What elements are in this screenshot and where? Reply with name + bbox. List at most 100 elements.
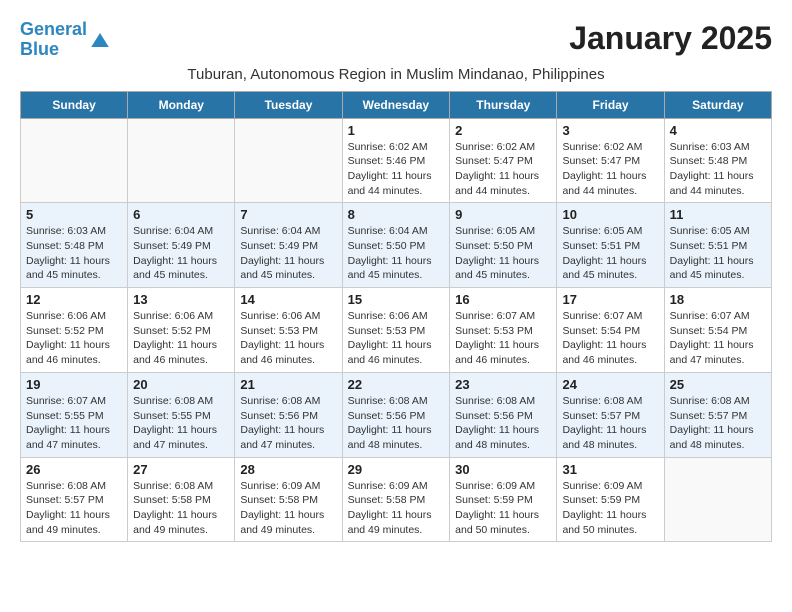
day-number: 18: [670, 292, 766, 307]
day-number: 23: [455, 377, 551, 392]
day-info: Sunrise: 6:02 AM Sunset: 5:47 PM Dayligh…: [455, 140, 551, 199]
calendar-cell: 1 Sunrise: 6:02 AM Sunset: 5:46 PM Daylig…: [342, 118, 450, 203]
calendar-cell: 16 Sunrise: 6:07 AM Sunset: 5:53 PM Dayli…: [450, 288, 557, 373]
day-number: 27: [133, 462, 229, 477]
day-number: 3: [562, 123, 658, 138]
day-info: Sunrise: 6:05 AM Sunset: 5:51 PM Dayligh…: [562, 224, 658, 283]
calendar-cell: [235, 118, 342, 203]
calendar-cell: 31 Sunrise: 6:09 AM Sunset: 5:59 PM Dayli…: [557, 457, 664, 542]
day-info: Sunrise: 6:08 AM Sunset: 5:57 PM Dayligh…: [26, 479, 122, 538]
day-info: Sunrise: 6:08 AM Sunset: 5:57 PM Dayligh…: [562, 394, 658, 453]
calendar-cell: [21, 118, 128, 203]
day-info: Sunrise: 6:08 AM Sunset: 5:57 PM Dayligh…: [670, 394, 766, 453]
calendar-cell: 12Sunrise: 6:06 AM Sunset: 5:52 PM Dayli…: [21, 288, 128, 373]
calendar-cell: 30 Sunrise: 6:09 AM Sunset: 5:59 PM Dayli…: [450, 457, 557, 542]
day-info: Sunrise: 6:03 AM Sunset: 5:48 PM Dayligh…: [26, 224, 122, 283]
day-info: Sunrise: 6:07 AM Sunset: 5:55 PM Dayligh…: [26, 394, 122, 453]
weekday-header-friday: Friday: [557, 91, 664, 118]
calendar-cell: [128, 118, 235, 203]
day-info: Sunrise: 6:06 AM Sunset: 5:53 PM Dayligh…: [348, 309, 445, 368]
logo-line2: Blue: [20, 39, 59, 59]
calendar-cell: 9 Sunrise: 6:05 AM Sunset: 5:50 PM Daylig…: [450, 203, 557, 288]
day-info: Sunrise: 6:09 AM Sunset: 5:59 PM Dayligh…: [562, 479, 658, 538]
day-number: 4: [670, 123, 766, 138]
day-info: Sunrise: 6:02 AM Sunset: 5:46 PM Dayligh…: [348, 140, 445, 199]
weekday-header-sunday: Sunday: [21, 91, 128, 118]
day-number: 9: [455, 207, 551, 222]
day-number: 30: [455, 462, 551, 477]
day-number: 17: [562, 292, 658, 307]
day-info: Sunrise: 6:02 AM Sunset: 5:47 PM Dayligh…: [562, 140, 658, 199]
day-number: 5: [26, 207, 122, 222]
day-number: 11: [670, 207, 766, 222]
logo-icon: [91, 33, 109, 47]
logo: General Blue: [20, 20, 109, 60]
calendar-cell: 29 Sunrise: 6:09 AM Sunset: 5:58 PM Dayli…: [342, 457, 450, 542]
day-info: Sunrise: 6:06 AM Sunset: 5:52 PM Dayligh…: [133, 309, 229, 368]
day-number: 31: [562, 462, 658, 477]
calendar-cell: 3 Sunrise: 6:02 AM Sunset: 5:47 PM Daylig…: [557, 118, 664, 203]
logo-line1: General: [20, 19, 87, 39]
day-number: 14: [240, 292, 336, 307]
day-info: Sunrise: 6:09 AM Sunset: 5:58 PM Dayligh…: [240, 479, 336, 538]
day-info: Sunrise: 6:04 AM Sunset: 5:49 PM Dayligh…: [133, 224, 229, 283]
calendar-cell: 19 Sunrise: 6:07 AM Sunset: 5:55 PM Dayli…: [21, 372, 128, 457]
day-number: 8: [348, 207, 445, 222]
calendar-cell: 7 Sunrise: 6:04 AM Sunset: 5:49 PM Daylig…: [235, 203, 342, 288]
calendar-cell: 2Sunrise: 6:02 AM Sunset: 5:47 PM Daylig…: [450, 118, 557, 203]
calendar-table: SundayMondayTuesdayWednesdayThursdayFrid…: [20, 91, 772, 543]
day-info: Sunrise: 6:07 AM Sunset: 5:54 PM Dayligh…: [562, 309, 658, 368]
weekday-header-thursday: Thursday: [450, 91, 557, 118]
day-info: Sunrise: 6:06 AM Sunset: 5:52 PM Dayligh…: [26, 309, 122, 368]
subtitle: Tuburan, Autonomous Region in Muslim Min…: [20, 66, 772, 83]
calendar-cell: 6 Sunrise: 6:04 AM Sunset: 5:49 PM Daylig…: [128, 203, 235, 288]
day-info: Sunrise: 6:06 AM Sunset: 5:53 PM Dayligh…: [240, 309, 336, 368]
day-number: 21: [240, 377, 336, 392]
day-info: Sunrise: 6:03 AM Sunset: 5:48 PM Dayligh…: [670, 140, 766, 199]
calendar-cell: 10Sunrise: 6:05 AM Sunset: 5:51 PM Dayli…: [557, 203, 664, 288]
calendar-cell: 26Sunrise: 6:08 AM Sunset: 5:57 PM Dayli…: [21, 457, 128, 542]
calendar-cell: 22Sunrise: 6:08 AM Sunset: 5:56 PM Dayli…: [342, 372, 450, 457]
calendar-cell: 11 Sunrise: 6:05 AM Sunset: 5:51 PM Dayli…: [664, 203, 771, 288]
day-info: Sunrise: 6:09 AM Sunset: 5:59 PM Dayligh…: [455, 479, 551, 538]
day-info: Sunrise: 6:08 AM Sunset: 5:56 PM Dayligh…: [455, 394, 551, 453]
calendar-cell: 13 Sunrise: 6:06 AM Sunset: 5:52 PM Dayli…: [128, 288, 235, 373]
day-number: 7: [240, 207, 336, 222]
calendar-title-section: January 2025: [569, 20, 772, 57]
day-number: 13: [133, 292, 229, 307]
calendar-cell: 28 Sunrise: 6:09 AM Sunset: 5:58 PM Dayli…: [235, 457, 342, 542]
weekday-header-wednesday: Wednesday: [342, 91, 450, 118]
day-number: 16: [455, 292, 551, 307]
calendar-cell: 24 Sunrise: 6:08 AM Sunset: 5:57 PM Dayli…: [557, 372, 664, 457]
day-info: Sunrise: 6:09 AM Sunset: 5:58 PM Dayligh…: [348, 479, 445, 538]
day-info: Sunrise: 6:05 AM Sunset: 5:50 PM Dayligh…: [455, 224, 551, 283]
main-title: January 2025: [569, 20, 772, 57]
day-number: 24: [562, 377, 658, 392]
day-number: 28: [240, 462, 336, 477]
day-number: 29: [348, 462, 445, 477]
day-info: Sunrise: 6:08 AM Sunset: 5:56 PM Dayligh…: [348, 394, 445, 453]
day-number: 25: [670, 377, 766, 392]
weekday-header-monday: Monday: [128, 91, 235, 118]
calendar-cell: 4 Sunrise: 6:03 AM Sunset: 5:48 PM Daylig…: [664, 118, 771, 203]
calendar-cell: [664, 457, 771, 542]
weekday-header-saturday: Saturday: [664, 91, 771, 118]
calendar-cell: 8 Sunrise: 6:04 AM Sunset: 5:50 PM Daylig…: [342, 203, 450, 288]
calendar-cell: 5 Sunrise: 6:03 AM Sunset: 5:48 PM Daylig…: [21, 203, 128, 288]
day-info: Sunrise: 6:07 AM Sunset: 5:54 PM Dayligh…: [670, 309, 766, 368]
day-info: Sunrise: 6:04 AM Sunset: 5:49 PM Dayligh…: [240, 224, 336, 283]
day-number: 1: [348, 123, 445, 138]
calendar-cell: 21Sunrise: 6:08 AM Sunset: 5:56 PM Dayli…: [235, 372, 342, 457]
day-number: 19: [26, 377, 122, 392]
day-info: Sunrise: 6:05 AM Sunset: 5:51 PM Dayligh…: [670, 224, 766, 283]
day-info: Sunrise: 6:04 AM Sunset: 5:50 PM Dayligh…: [348, 224, 445, 283]
calendar-cell: 23 Sunrise: 6:08 AM Sunset: 5:56 PM Dayli…: [450, 372, 557, 457]
day-number: 6: [133, 207, 229, 222]
day-number: 15: [348, 292, 445, 307]
day-info: Sunrise: 6:07 AM Sunset: 5:53 PM Dayligh…: [455, 309, 551, 368]
calendar-cell: 17 Sunrise: 6:07 AM Sunset: 5:54 PM Dayli…: [557, 288, 664, 373]
calendar-cell: 20Sunrise: 6:08 AM Sunset: 5:55 PM Dayli…: [128, 372, 235, 457]
logo-text: General Blue: [20, 20, 87, 60]
calendar-cell: 18 Sunrise: 6:07 AM Sunset: 5:54 PM Dayli…: [664, 288, 771, 373]
calendar-cell: 15 Sunrise: 6:06 AM Sunset: 5:53 PM Dayli…: [342, 288, 450, 373]
